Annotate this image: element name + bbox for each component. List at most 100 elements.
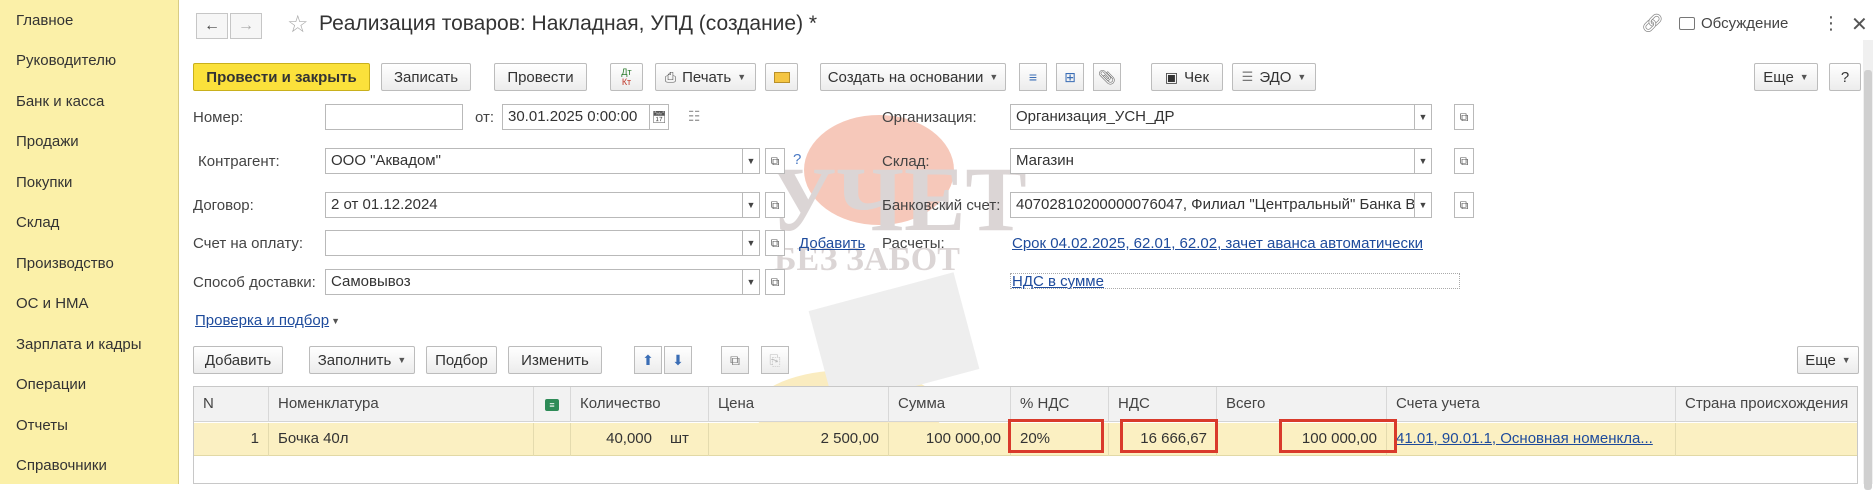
paperclip-icon: 📎︎ bbox=[1098, 68, 1116, 85]
table-add-button[interactable]: Добавить bbox=[193, 346, 283, 374]
bank-account-dropdown[interactable]: ▼ bbox=[1414, 192, 1432, 218]
sidebar-item-salary[interactable]: Зарплата и кадры bbox=[16, 336, 142, 353]
scrollbar[interactable] bbox=[1863, 40, 1873, 490]
document-lines-icon[interactable]: ☷ bbox=[688, 108, 701, 125]
sidebar-item-manager[interactable]: Руководителю bbox=[16, 52, 116, 69]
table-pick-button[interactable]: Подбор bbox=[426, 346, 497, 374]
delivery-method-open-button[interactable]: ⧉ bbox=[765, 269, 785, 295]
column-header-nomenclature[interactable]: Номенклатура bbox=[269, 387, 534, 422]
contract-dropdown[interactable]: ▼ bbox=[742, 192, 760, 218]
bank-account-field[interactable]: 40702810200000076047, Филиал "Центральны… bbox=[1010, 192, 1415, 218]
scrollbar-thumb[interactable] bbox=[1864, 70, 1872, 490]
column-header-total[interactable]: Всего bbox=[1217, 387, 1387, 422]
table-change-button[interactable]: Изменить bbox=[508, 346, 602, 374]
sidebar-item-purchases[interactable]: Покупки bbox=[16, 174, 72, 191]
chevron-down-icon: ▼ bbox=[989, 72, 999, 82]
column-header-characteristic[interactable]: ≡ bbox=[534, 387, 571, 422]
column-header-sum[interactable]: Сумма bbox=[889, 387, 1011, 422]
cell-n[interactable]: 1 bbox=[194, 423, 269, 456]
cell-accounts[interactable]: 41.01, 90.01.1, Основная номенкла... bbox=[1387, 423, 1676, 456]
help-button[interactable]: ? bbox=[1829, 63, 1861, 91]
column-header-country[interactable]: Страна происхождения bbox=[1676, 387, 1859, 422]
document-list-icon: ≡ bbox=[1028, 69, 1038, 85]
create-based-on-button[interactable]: Создать на основании ▼ bbox=[820, 63, 1006, 91]
more-vertical-icon[interactable]: ⋮ bbox=[1822, 13, 1840, 34]
save-button[interactable]: Записать bbox=[381, 63, 471, 91]
number-field[interactable] bbox=[325, 104, 463, 130]
contract-open-button[interactable]: ⧉ bbox=[765, 192, 785, 218]
print-button[interactable]: ⎙ Печать ▼ bbox=[655, 63, 756, 91]
sidebar-item-directories[interactable]: Справочники bbox=[16, 457, 107, 474]
sidebar-item-main[interactable]: Главное bbox=[16, 12, 73, 29]
invoice-dropdown[interactable]: ▼ bbox=[742, 230, 760, 256]
structure-button[interactable]: ⊞ bbox=[1056, 63, 1084, 91]
column-header-vat-rate[interactable]: % НДС bbox=[1011, 387, 1109, 422]
cell-sum[interactable]: 100 000,00 bbox=[889, 423, 1011, 456]
list-document-button[interactable]: ≡ bbox=[1019, 63, 1047, 91]
star-icon[interactable]: ☆ bbox=[287, 10, 309, 39]
organization-field[interactable]: Организация_УСН_ДР bbox=[1010, 104, 1415, 130]
counterparty-field[interactable]: ООО "Аквадом" bbox=[325, 148, 743, 174]
column-header-n[interactable]: N bbox=[194, 387, 269, 422]
delivery-method-dropdown[interactable]: ▼ bbox=[742, 269, 760, 295]
bank-account-open-button[interactable]: ⧉ bbox=[1454, 192, 1474, 218]
calendar-icon: 📅︎ bbox=[651, 110, 667, 124]
column-header-accounts[interactable]: Счета учета bbox=[1387, 387, 1676, 422]
cell-unit[interactable]: шт bbox=[661, 423, 709, 456]
chevron-down-icon: ▼ bbox=[1418, 112, 1428, 122]
cell-quantity[interactable]: 40,000 bbox=[571, 423, 661, 456]
add-invoice-link[interactable]: Добавить bbox=[799, 235, 865, 252]
date-field[interactable]: 30.01.2025 0:00:00 bbox=[502, 104, 650, 130]
post-and-close-button[interactable]: Провести и закрыть bbox=[193, 63, 370, 91]
paste-row-button[interactable]: ⎘ bbox=[761, 346, 789, 374]
help-question-icon[interactable]: ? bbox=[793, 151, 801, 168]
move-up-button[interactable]: ⬆︎ bbox=[634, 346, 662, 374]
cell-country[interactable] bbox=[1676, 423, 1859, 456]
organization-open-button[interactable]: ⧉ bbox=[1454, 104, 1474, 130]
table-fill-button[interactable]: Заполнить ▼ bbox=[309, 346, 415, 374]
close-icon[interactable]: ✕ bbox=[1851, 12, 1868, 37]
post-button[interactable]: Провести bbox=[494, 63, 587, 91]
receipt-button[interactable]: ▣ Чек bbox=[1151, 63, 1223, 91]
sidebar-item-operations[interactable]: Операции bbox=[16, 376, 86, 393]
column-header-price[interactable]: Цена bbox=[709, 387, 889, 422]
column-header-quantity[interactable]: Количество bbox=[571, 387, 709, 422]
sidebar-item-fixed-assets[interactable]: ОС и НМА bbox=[16, 295, 89, 312]
dt-kt-button[interactable]: Дт Кт bbox=[610, 63, 643, 91]
contract-field[interactable]: 2 от 01.12.2024 bbox=[325, 192, 743, 218]
forward-button[interactable]: → bbox=[230, 13, 262, 39]
discussion-button[interactable]: Обсуждение bbox=[1679, 15, 1788, 32]
warehouse-field[interactable]: Магазин bbox=[1010, 148, 1415, 174]
sidebar-item-warehouse[interactable]: Склад bbox=[16, 214, 59, 231]
cell-characteristic[interactable] bbox=[534, 423, 571, 456]
link-icon[interactable]: 🔗︎ bbox=[1641, 13, 1664, 34]
back-button[interactable]: ← bbox=[196, 13, 228, 39]
invoice-field[interactable] bbox=[325, 230, 743, 256]
move-down-button[interactable]: ⬇︎ bbox=[664, 346, 692, 374]
counterparty-dropdown[interactable]: ▼ bbox=[742, 148, 760, 174]
warehouse-open-button[interactable]: ⧉ bbox=[1454, 148, 1474, 174]
cell-price[interactable]: 2 500,00 bbox=[709, 423, 889, 456]
counterparty-open-button[interactable]: ⧉ bbox=[765, 148, 785, 174]
calendar-button[interactable]: 📅︎ bbox=[649, 104, 669, 130]
organization-dropdown[interactable]: ▼ bbox=[1414, 104, 1432, 130]
attachment-button[interactable]: 📎︎ bbox=[1093, 63, 1121, 91]
sidebar-item-bank[interactable]: Банк и касса bbox=[16, 93, 104, 110]
copy-row-button[interactable]: ⧉ bbox=[721, 346, 749, 374]
settlements-link[interactable]: Срок 04.02.2025, 62.01, 62.02, зачет ава… bbox=[1012, 235, 1423, 252]
invoice-open-button[interactable]: ⧉ bbox=[765, 230, 785, 256]
sidebar-item-sales[interactable]: Продажи bbox=[16, 133, 79, 150]
sidebar-item-reports[interactable]: Отчеты bbox=[16, 417, 68, 434]
chevron-down-icon: ▼ bbox=[1297, 72, 1307, 82]
delivery-method-field[interactable]: Самовывоз bbox=[325, 269, 743, 295]
sidebar-item-production[interactable]: Производство bbox=[16, 255, 114, 272]
cell-nomenclature[interactable]: Бочка 40л bbox=[269, 423, 534, 456]
edo-button[interactable]: ☰ ЭДО ▼ bbox=[1232, 63, 1316, 91]
check-and-pick-menu[interactable]: Проверка и подбор ▼ bbox=[195, 312, 340, 329]
email-button[interactable] bbox=[765, 63, 798, 91]
warehouse-dropdown[interactable]: ▼ bbox=[1414, 148, 1432, 174]
vat-in-sum-link[interactable]: НДС в сумме bbox=[1012, 273, 1104, 290]
column-header-vat[interactable]: НДС bbox=[1109, 387, 1217, 422]
table-more-button[interactable]: Еще ▼ bbox=[1797, 346, 1859, 374]
more-button[interactable]: Еще ▼ bbox=[1754, 63, 1818, 91]
